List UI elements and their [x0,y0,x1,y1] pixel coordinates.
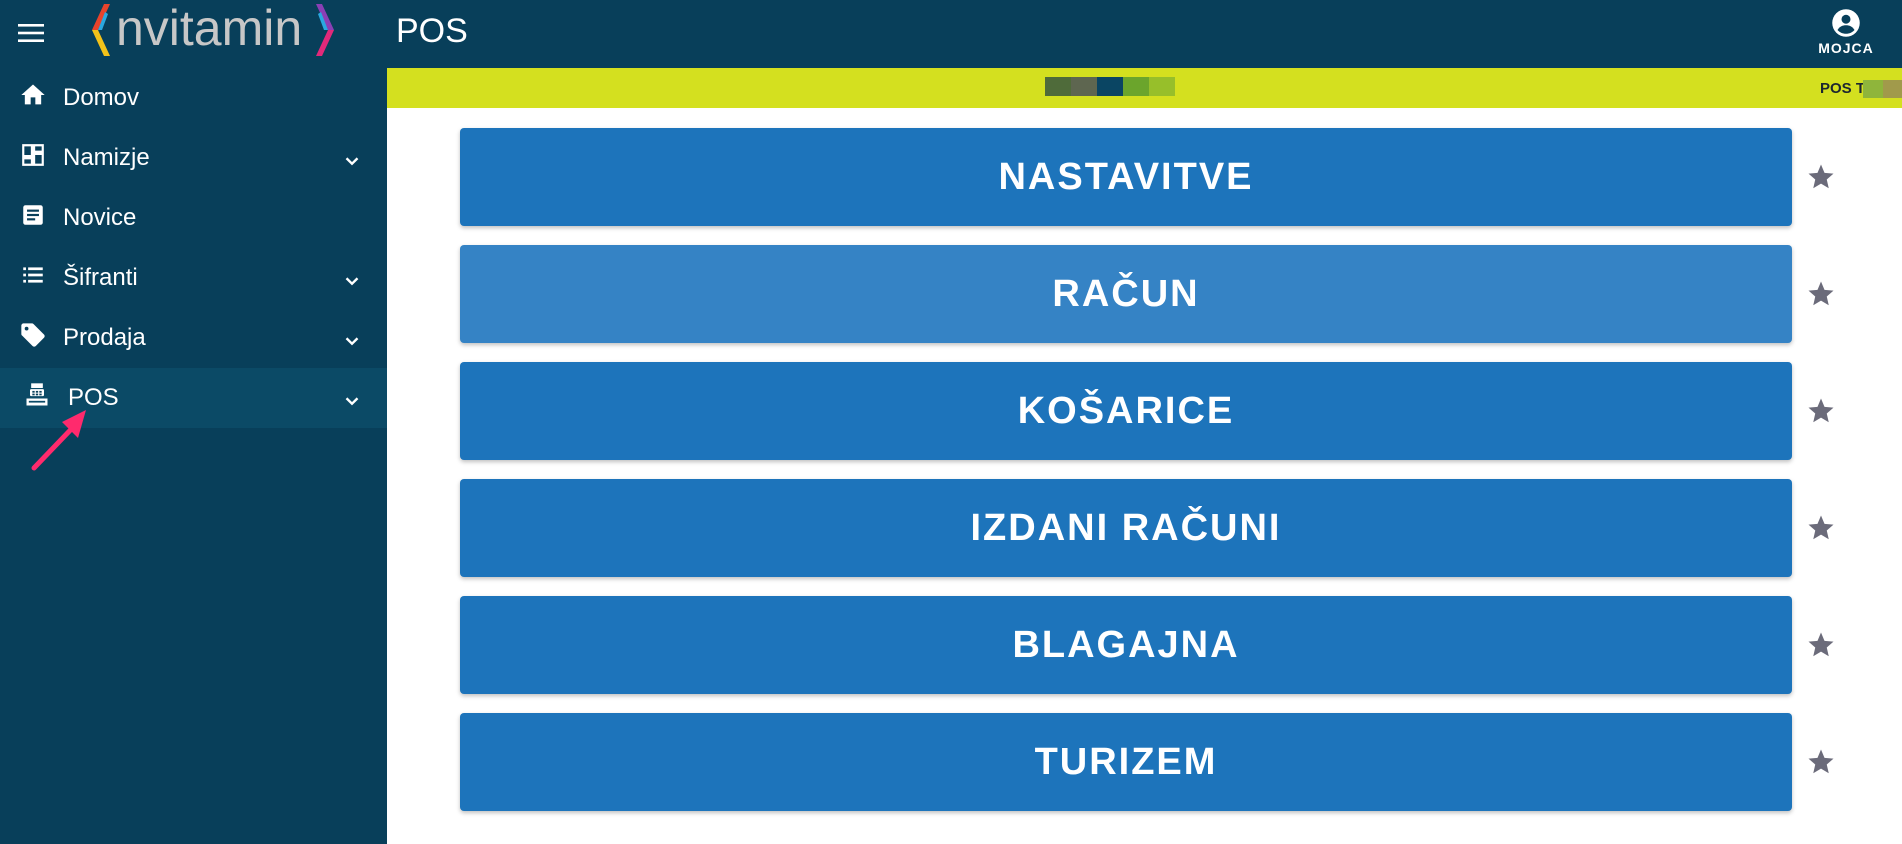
kosarice-button[interactable]: KOŠARICE [460,362,1792,460]
chevron-down-icon[interactable] [341,150,363,172]
favorite-star-icon[interactable] [1806,279,1836,309]
sidebar-item-namizje[interactable]: Namizje [0,128,387,188]
chevron-down-icon[interactable] [341,390,363,412]
izdani-racuni-button[interactable]: IZDANI RAČUNI [460,479,1792,577]
status-banner: POS T [387,68,1902,108]
top-bar: nvitamin POS MOJCA [0,0,1902,68]
chevron-down-icon[interactable] [341,330,363,352]
button-label: TURIZEM [1034,740,1218,783]
blagajna-button[interactable]: BLAGAJNA [460,596,1792,694]
chevron-down-icon[interactable] [341,270,363,292]
button-label: RAČUN [1052,272,1200,315]
swatch [1123,77,1149,96]
favorite-star-icon[interactable] [1806,162,1836,192]
nvitamin-logo[interactable]: nvitamin [86,0,346,62]
redacted-block [1883,80,1902,98]
turizem-button[interactable]: TURIZEM [460,713,1792,811]
sidebar-item-novice[interactable]: Novice [0,188,387,248]
annotation-arrow-icon [31,410,86,471]
logo-text: nvitamin [116,0,302,56]
swatch [1045,77,1071,96]
sidebar-item-label: Novice [63,204,137,231]
button-label: KOŠARICE [1017,389,1235,432]
pos-menu: NASTAVITVE RAČUN KOŠARICE IZDANI RAČUNI [387,108,1902,844]
menu-row: TURIZEM [387,713,1902,811]
tag-icon [18,320,48,350]
home-icon [18,80,48,110]
menu-row: NASTAVITVE [387,128,1902,226]
dashboard-icon [18,140,48,170]
menu-row: RAČUN [387,245,1902,343]
menu-row: IZDANI RAČUNI [387,479,1902,577]
hamburger-menu-button[interactable] [12,14,50,52]
sidebar-item-sifranti[interactable]: Šifranti [0,248,387,308]
racun-button[interactable]: RAČUN [460,245,1792,343]
color-swatches [1045,77,1175,96]
button-label: BLAGAJNA [1012,623,1240,666]
pos-terminal-label: POS T [1820,80,1866,97]
redacted-block [1863,80,1883,98]
sidebar-item-prodaja[interactable]: Prodaja [0,308,387,368]
user-name: MOJCA [1818,40,1874,56]
favorite-star-icon[interactable] [1806,513,1836,543]
swatch [1149,77,1175,96]
article-icon [18,200,48,230]
button-label: IZDANI RAČUNI [970,506,1282,549]
favorite-star-icon[interactable] [1806,630,1836,660]
favorite-star-icon[interactable] [1806,396,1836,426]
menu-row: BLAGAJNA [387,596,1902,694]
sidebar-item-domov[interactable]: Domov [0,68,387,128]
button-label: NASTAVITVE [998,155,1254,198]
user-menu[interactable]: MOJCA [1808,8,1884,56]
account-circle-icon [1832,9,1860,37]
menu-row: KOŠARICE [387,362,1902,460]
swatch [1097,77,1123,96]
sidebar-item-label: Prodaja [63,324,146,351]
menu-icon [18,24,44,42]
page-title: POS [396,12,468,50]
sidebar: Domov Namizje Novice Šifranti Prodaja PO… [0,68,387,844]
favorite-star-icon[interactable] [1806,747,1836,777]
list-icon [18,260,48,290]
sidebar-item-label: Šifranti [63,264,138,291]
sidebar-item-label: Domov [63,84,140,111]
sidebar-item-label: Namizje [63,144,150,171]
nastavitve-button[interactable]: NASTAVITVE [460,128,1792,226]
swatch [1071,77,1097,96]
